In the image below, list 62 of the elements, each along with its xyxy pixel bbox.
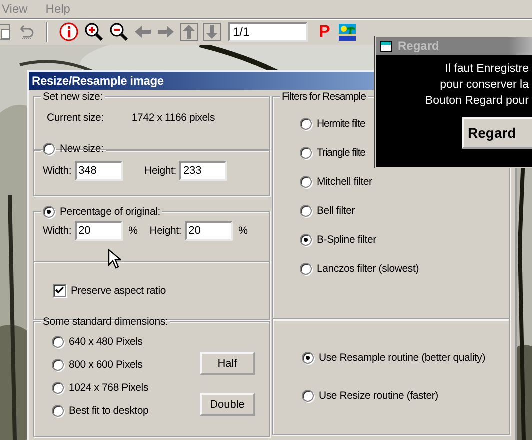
- radio-button[interactable]: [52, 336, 64, 348]
- group-label: Filters for Resample: [282, 91, 366, 103]
- group-label: Some standard dimensions:: [43, 316, 168, 328]
- option-label: B-Spline filter: [317, 234, 376, 246]
- zoom-out-icon[interactable]: [109, 22, 129, 42]
- option-label: Use Resample routine (better quality): [319, 352, 486, 364]
- page-field[interactable]: 1/1: [228, 22, 308, 42]
- radio-button[interactable]: [43, 206, 55, 218]
- option-label: 800 x 600 Pixels: [69, 359, 143, 371]
- option-label: Use Resize routine (faster): [319, 390, 438, 402]
- current-size-value: 1742 x 1166 pixels: [132, 112, 216, 124]
- radio-button[interactable]: [300, 147, 312, 159]
- field-label: Height:: [150, 225, 182, 237]
- radio-button[interactable]: [52, 382, 64, 394]
- radio-button[interactable]: [302, 390, 314, 402]
- radio-button[interactable]: [52, 359, 64, 371]
- group-label: Set new size:: [43, 91, 103, 103]
- width-field[interactable]: 20: [74, 221, 123, 241]
- info-icon[interactable]: [59, 22, 79, 42]
- width-field[interactable]: 348: [74, 161, 123, 181]
- down-arrow-icon[interactable]: [203, 23, 221, 41]
- option-label: Bell filter: [317, 205, 356, 217]
- option-label: Hermite filte: [317, 118, 366, 130]
- right-arrow-icon[interactable]: [157, 25, 175, 39]
- unit-label: %: [128, 225, 138, 237]
- clipboard-icon[interactable]: [0, 22, 12, 42]
- left-arrow-icon[interactable]: [134, 25, 152, 39]
- dialog-button[interactable]: Half: [200, 352, 255, 375]
- option-label: New size:: [60, 143, 104, 155]
- option-label: Triangle filte: [317, 147, 366, 159]
- radio-button[interactable]: [300, 263, 312, 275]
- regard-button[interactable]: Regard: [462, 117, 532, 149]
- radio-button[interactable]: [300, 205, 312, 217]
- radio-button[interactable]: [52, 405, 64, 417]
- radio-button[interactable]: [43, 143, 55, 155]
- window-icon[interactable]: [380, 40, 393, 52]
- option-label: Mitchell filter: [317, 176, 372, 188]
- field-label: Width:: [43, 165, 72, 177]
- zoom-in-icon[interactable]: [84, 22, 104, 42]
- checkbox[interactable]: [53, 284, 66, 297]
- option-label: 1024 x 768 Pixels: [69, 382, 148, 394]
- option-label: Percentage of original:: [60, 206, 160, 218]
- landscape-icon[interactable]: [339, 24, 356, 40]
- option-label: Lanczos filter (slowest): [317, 263, 419, 275]
- message-text: Bouton Regard pour: [425, 94, 529, 109]
- radio-button[interactable]: [300, 118, 312, 130]
- window-title: Regard: [398, 39, 440, 53]
- radio-button[interactable]: [300, 234, 312, 246]
- field-label: Height:: [144, 165, 176, 177]
- option-label: Best fit to desktop: [69, 405, 149, 417]
- current-size-label: Current size:: [47, 112, 104, 124]
- radio-button[interactable]: [300, 176, 312, 188]
- option-label: Preserve aspect ratio: [71, 284, 166, 296]
- unit-label: %: [238, 225, 248, 237]
- up-arrow-icon[interactable]: [180, 23, 198, 41]
- height-field[interactable]: 233: [179, 161, 228, 181]
- option-label: 640 x 480 Pixels: [69, 336, 143, 348]
- pointer-icon[interactable]: [108, 249, 121, 269]
- field-label: Width:: [43, 225, 72, 237]
- radio-button[interactable]: [302, 352, 314, 364]
- dialog-button[interactable]: Double: [200, 393, 255, 416]
- height-field[interactable]: 20: [184, 221, 233, 241]
